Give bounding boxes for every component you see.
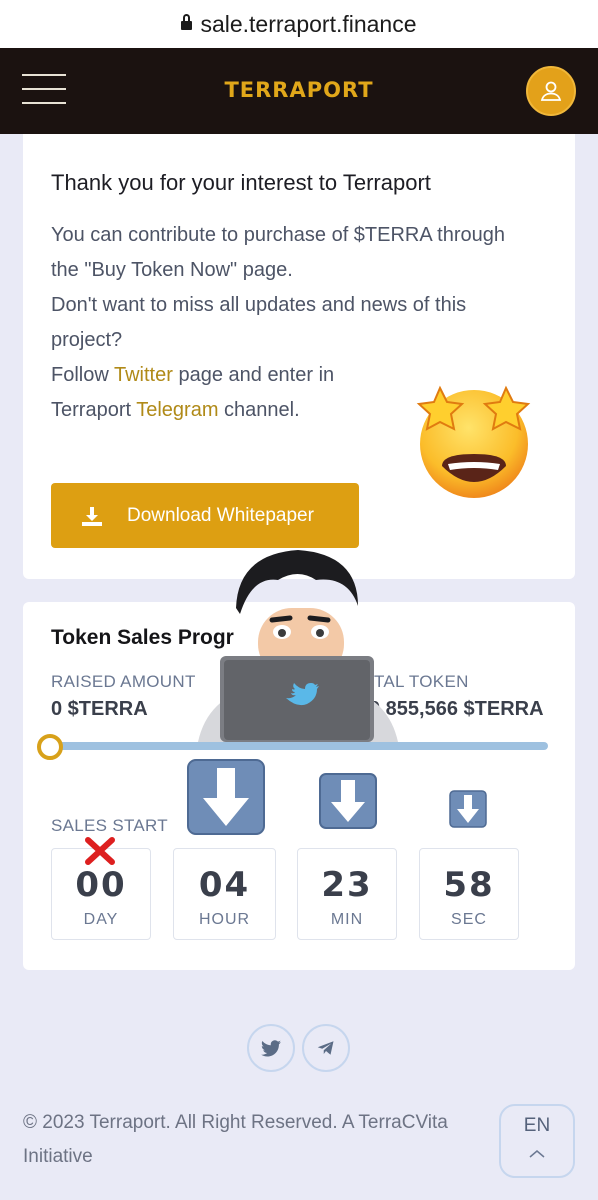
intro-title: Thank you for your interest to Terraport bbox=[51, 170, 431, 195]
red-x-mark bbox=[85, 837, 115, 865]
countdown-min-value: 23 bbox=[321, 865, 373, 905]
browser-url-bar[interactable]: sale.terraport.finance bbox=[0, 0, 598, 48]
raised-amount-value: 0 $TERRA bbox=[51, 698, 148, 720]
countdown-min-unit: MIN bbox=[330, 911, 364, 928]
raised-amount-label: RAISED AMOUNT bbox=[51, 672, 196, 691]
language-code: EN bbox=[523, 1115, 551, 1136]
top-navbar: TERRAPORT bbox=[0, 48, 598, 134]
countdown-hour-value: 04 bbox=[198, 865, 251, 905]
footer-copyright: © 2023 Terraport. All Right Reserved. A … bbox=[23, 1112, 448, 1167]
countdown-hour: 04 HOUR bbox=[173, 848, 276, 940]
twitter-icon bbox=[261, 1039, 281, 1056]
text: page and enter in bbox=[172, 364, 335, 386]
intro-line: You can contribute to purchase of $TERRA… bbox=[51, 224, 505, 246]
terraport-logo[interactable]: TERRAPORT bbox=[0, 78, 598, 102]
telegram-button[interactable] bbox=[302, 1024, 350, 1072]
intro-line: the "Buy Token Now" page. bbox=[51, 259, 293, 281]
down-arrow-emoji bbox=[319, 773, 377, 829]
language-selector[interactable]: EN bbox=[499, 1104, 575, 1178]
sales-progress-track bbox=[51, 742, 548, 750]
twitter-link[interactable]: Twitter bbox=[114, 364, 173, 386]
text: channel. bbox=[218, 399, 300, 421]
chevron-up-icon bbox=[529, 1150, 545, 1158]
intro-line: Don't want to miss all updates and news … bbox=[51, 294, 467, 316]
text: Follow bbox=[51, 364, 114, 386]
user-icon bbox=[540, 81, 562, 101]
download-icon bbox=[82, 506, 102, 526]
sales-progress-knob bbox=[37, 734, 63, 760]
countdown-sec: 58 SEC bbox=[419, 848, 519, 940]
download-whitepaper-button[interactable]: Download Whitepaper bbox=[51, 483, 359, 548]
sales-start-label: SALES START bbox=[51, 816, 168, 835]
lock-icon bbox=[181, 13, 193, 33]
countdown-day-unit: DAY bbox=[83, 911, 119, 928]
countdown-hour-unit: HOUR bbox=[198, 911, 251, 928]
download-label: Download Whitepaper bbox=[127, 504, 314, 526]
telegram-link[interactable]: Telegram bbox=[136, 399, 218, 421]
telegram-icon bbox=[317, 1041, 334, 1055]
user-account-button[interactable] bbox=[526, 66, 576, 116]
intro-line: project? bbox=[51, 329, 123, 351]
down-arrow-emoji bbox=[187, 759, 265, 835]
twitter-button[interactable] bbox=[247, 1024, 295, 1072]
url-text: sale.terraport.finance bbox=[200, 10, 417, 37]
text: Terraport bbox=[51, 399, 137, 421]
countdown-sec-unit: SEC bbox=[451, 911, 487, 928]
memoji-laptop-sticker bbox=[198, 550, 398, 742]
star-struck-emoji bbox=[416, 385, 531, 498]
countdown-sec-value: 58 bbox=[443, 865, 495, 905]
intro-card: Thank you for your interest to Terraport… bbox=[23, 134, 575, 579]
down-arrow-emoji bbox=[449, 790, 487, 828]
countdown-day-value: 00 bbox=[75, 865, 127, 905]
countdown-min: 23 MIN bbox=[297, 848, 397, 940]
